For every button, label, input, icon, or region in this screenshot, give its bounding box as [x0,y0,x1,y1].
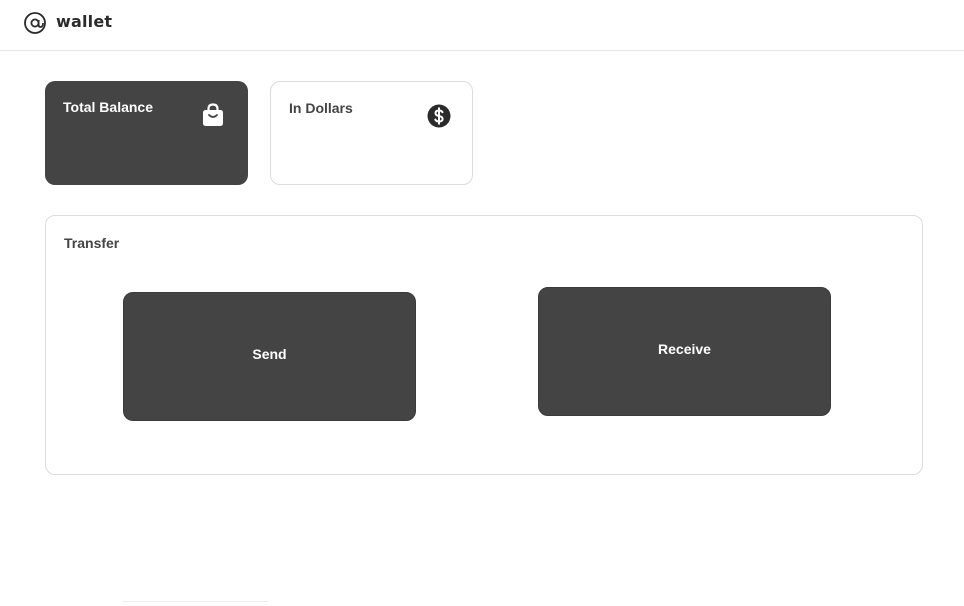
total-balance-title: Total Balance [63,99,153,115]
shopping-bag-icon [203,103,223,126]
wallet-page: wallet Total Balance In Dollars Transfer… [0,0,964,606]
receive-button-label: Receive [658,340,711,357]
receive-button[interactable]: Receive [538,287,831,416]
send-button[interactable]: Send [123,292,416,421]
app-header: wallet [0,0,964,51]
in-dollars-card: In Dollars [270,81,473,185]
at-sign-icon [24,12,46,34]
transfer-panel: Transfer Send Receive [45,215,923,475]
app-brand[interactable]: wallet [56,12,112,31]
divider [122,601,268,602]
send-button-label: Send [252,345,287,362]
dollar-circle-icon [427,104,451,128]
total-balance-card: Total Balance [45,81,248,185]
transfer-title: Transfer [64,235,120,251]
in-dollars-title: In Dollars [289,100,353,116]
